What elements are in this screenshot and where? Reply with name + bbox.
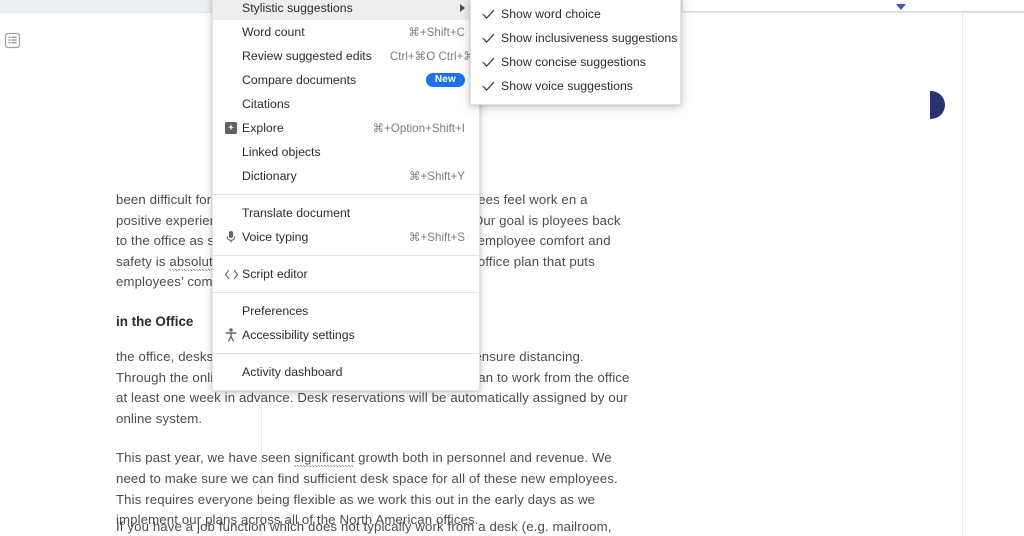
menu-item-label: Accessibility settings xyxy=(242,328,355,342)
menu-separator xyxy=(213,292,479,293)
code-brackets-icon xyxy=(223,262,239,286)
stylistic-suggestions-submenu[interactable]: Show word choice Show inclusiveness sugge… xyxy=(470,0,681,105)
submenu-item-label: Show voice suggestions xyxy=(501,79,633,93)
menu-item-shortcut: ⌘+Option+Shift+I xyxy=(372,122,465,135)
menu-item-accessibility-settings[interactable]: Accessibility settings xyxy=(213,323,479,347)
submenu-item-label: Show inclusiveness suggestions xyxy=(501,31,678,45)
new-badge: New xyxy=(425,72,465,88)
menu-item-review-suggested-edits[interactable]: Review suggested edits Ctrl+⌘O Ctrl+⌘U xyxy=(213,44,483,68)
menu-item-shortcut: Ctrl+⌘O Ctrl+⌘U xyxy=(389,50,484,63)
checkmark-icon xyxy=(482,26,495,50)
tools-menu[interactable]: Stylistic suggestions Word count ⌘+Shift+C… xyxy=(212,0,483,391)
menu-item-shortcut: ⌘+Shift+C xyxy=(408,26,465,39)
toolbar-field-well xyxy=(683,0,1024,12)
explore-icon xyxy=(223,116,239,140)
menu-item-shortcut: ⌘+Shift+Y xyxy=(408,170,465,183)
menu-item-activity-dashboard[interactable]: Activity dashboard xyxy=(213,360,479,384)
menu-item-label: Dictionary xyxy=(242,169,297,183)
avatar-occluder xyxy=(882,87,930,123)
submenu-item-label: Show word choice xyxy=(501,7,601,21)
checkmark-icon xyxy=(482,74,495,98)
submenu-item-show-word-choice[interactable]: Show word choice xyxy=(471,2,680,26)
document-paragraph-4-clipped: If you have a job function which does no… xyxy=(116,517,635,536)
menu-separator xyxy=(213,353,479,354)
menu-item-linked-objects[interactable]: Linked objects xyxy=(213,140,479,164)
accessibility-icon xyxy=(223,323,239,347)
menu-item-explore[interactable]: Explore ⌘+Option+Shift+I xyxy=(213,116,479,140)
menu-item-preferences[interactable]: Preferences xyxy=(213,299,479,323)
menu-item-dictionary[interactable]: Dictionary ⌘+Shift+Y xyxy=(213,164,479,188)
menu-separator xyxy=(213,194,479,195)
menu-item-script-editor[interactable]: Script editor xyxy=(213,262,479,286)
app-root: been difficult for employees everywhere.… xyxy=(0,0,1024,536)
submenu-item-show-voice-suggestions[interactable]: Show voice suggestions xyxy=(471,74,680,98)
menu-item-label: Review suggested edits xyxy=(242,49,372,63)
menu-item-label: Translate document xyxy=(242,206,351,220)
submenu-item-show-concise-suggestions[interactable]: Show concise suggestions xyxy=(471,50,680,74)
menu-item-stylistic-suggestions[interactable]: Stylistic suggestions xyxy=(213,0,479,20)
submenu-item-show-inclusiveness-suggestions[interactable]: Show inclusiveness suggestions xyxy=(471,26,680,50)
menu-item-word-count[interactable]: Word count ⌘+Shift+C xyxy=(213,20,479,44)
document-outline-icon[interactable] xyxy=(3,31,21,49)
chevron-down-icon[interactable] xyxy=(896,4,906,10)
microphone-icon xyxy=(223,225,239,249)
document-paragraph-4: If you have a job function which does no… xyxy=(116,519,612,534)
menu-item-compare-documents[interactable]: Compare documents New xyxy=(213,68,479,92)
menu-item-label: Explore xyxy=(242,121,284,135)
menu-item-label: Voice typing xyxy=(242,230,309,244)
menu-item-voice-typing[interactable]: Voice typing ⌘+Shift+S xyxy=(213,225,479,249)
checkmark-icon xyxy=(482,50,495,74)
stylistic-suggestion-significant[interactable]: significant xyxy=(294,450,355,468)
checkmark-icon xyxy=(482,2,495,26)
menu-item-label: Linked objects xyxy=(242,145,321,159)
menu-item-citations[interactable]: Citations xyxy=(213,92,479,116)
menu-item-label: Script editor xyxy=(242,267,308,281)
menu-item-label: Word count xyxy=(242,25,305,39)
menu-item-label: Activity dashboard xyxy=(242,365,343,379)
submenu-item-label: Show concise suggestions xyxy=(501,55,646,69)
menu-item-label: Citations xyxy=(242,97,290,111)
menu-item-translate-document[interactable]: Translate document xyxy=(213,201,479,225)
menu-separator xyxy=(213,255,479,256)
menu-item-label: Compare documents xyxy=(242,73,357,87)
menu-item-shortcut: ⌘+Shift+S xyxy=(408,231,465,244)
paragraph-3-before: This past year, we have seen xyxy=(116,450,295,466)
menu-item-label: Preferences xyxy=(242,304,309,318)
menu-item-label: Stylistic suggestions xyxy=(242,1,353,15)
chevron-right-icon xyxy=(460,4,465,12)
